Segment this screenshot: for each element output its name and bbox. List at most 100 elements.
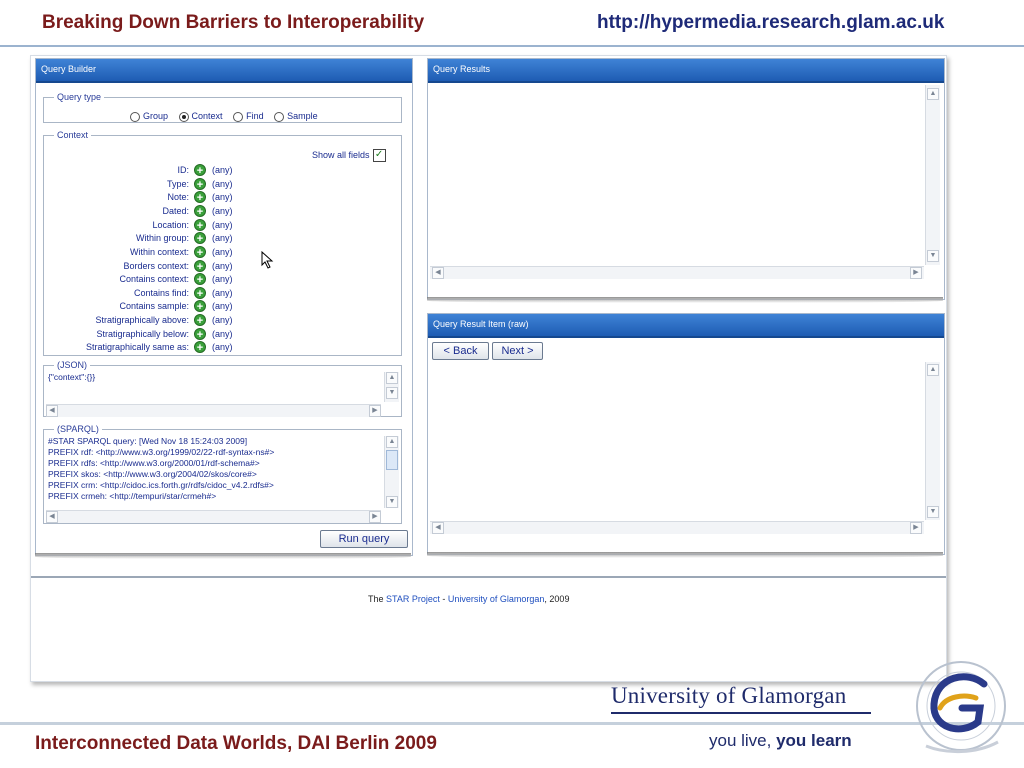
- field-label: Contains context:: [119, 274, 189, 284]
- json-fieldset: (JSON) {"context":{}} ▲ ▼ ◀ ▶: [43, 360, 402, 417]
- add-icon[interactable]: +: [194, 219, 206, 232]
- slide-title: Breaking Down Barriers to Interoperabili…: [42, 12, 425, 33]
- mouse-cursor-icon: [261, 251, 274, 269]
- add-icon[interactable]: +: [194, 328, 206, 341]
- scroll-right-icon[interactable]: ▶: [910, 267, 922, 279]
- add-icon[interactable]: +: [194, 164, 206, 177]
- footer-prefix: The: [368, 594, 387, 604]
- sparql-fieldset: (SPARQL) #STAR SPARQL query: [Wed Nov 18…: [43, 424, 402, 524]
- radio-group[interactable]: [130, 111, 140, 122]
- item-hscroll[interactable]: ◀ ▶: [430, 521, 924, 534]
- back-button[interactable]: < Back: [432, 342, 489, 360]
- field-value: (any): [212, 342, 233, 352]
- radio-context[interactable]: [178, 111, 189, 122]
- field-value: (any): [212, 192, 233, 202]
- scroll-right-icon[interactable]: ▶: [910, 522, 922, 534]
- json-hscroll[interactable]: ◀ ▶: [46, 404, 381, 417]
- radio-label-find: Find: [246, 111, 264, 121]
- add-icon[interactable]: +: [194, 191, 206, 204]
- scroll-left-icon[interactable]: ◀: [46, 511, 58, 523]
- field-label: Type:: [166, 179, 189, 189]
- radio-label-context: Context: [191, 111, 223, 121]
- sparql-hscroll[interactable]: ◀ ▶: [46, 510, 381, 523]
- field-row-contains-sample: Contains sample: + (any): [44, 300, 399, 314]
- field-value: (any): [212, 301, 233, 311]
- sparql-vscroll[interactable]: ▲ ▼: [384, 436, 399, 508]
- json-textarea[interactable]: {"context":{}}: [48, 372, 95, 383]
- show-all-fields-label: Show all fields: [312, 149, 370, 160]
- add-icon[interactable]: +: [194, 341, 206, 354]
- field-row-borders-context: Borders context: + (any): [44, 260, 399, 274]
- scroll-left-icon[interactable]: ◀: [432, 267, 444, 279]
- scroll-down-icon[interactable]: ▼: [386, 496, 398, 508]
- query-builder-header: Query Builder: [36, 59, 412, 83]
- sparql-legend: (SPARQL): [57, 424, 99, 434]
- radio-sample[interactable]: [274, 111, 285, 122]
- field-value: (any): [212, 329, 233, 339]
- footer-band: [0, 722, 1024, 725]
- scroll-down-icon[interactable]: ▼: [386, 387, 398, 399]
- item-vscroll[interactable]: ▲ ▼: [925, 362, 940, 520]
- results-hscroll[interactable]: ◀ ▶: [430, 266, 924, 279]
- scroll-up-icon[interactable]: ▲: [386, 436, 398, 448]
- footer-credit: The STAR Project - University of Glamorg…: [368, 594, 569, 604]
- run-query-button[interactable]: Run query: [320, 530, 408, 548]
- scroll-up-icon[interactable]: ▲: [927, 364, 939, 376]
- university-tagline: you live, you learn: [709, 731, 852, 751]
- add-icon[interactable]: +: [194, 260, 206, 273]
- field-label: Contains find:: [133, 288, 189, 298]
- results-vscroll[interactable]: ▲ ▼: [925, 85, 940, 265]
- add-icon[interactable]: +: [194, 178, 206, 191]
- add-icon[interactable]: +: [194, 287, 206, 300]
- scroll-left-icon[interactable]: ◀: [432, 522, 444, 534]
- scroll-down-icon[interactable]: ▼: [927, 506, 939, 518]
- app-window: Query Builder Query type Group Context F…: [30, 55, 947, 682]
- scroll-thumb[interactable]: [386, 450, 398, 470]
- next-button[interactable]: Next >: [492, 342, 543, 360]
- query-result-item-panel: Query Result Item (raw) < Back Next > ▲ …: [427, 313, 945, 555]
- field-label: Stratigraphically below:: [96, 329, 189, 339]
- field-row-id: ID: + (any): [44, 164, 399, 178]
- header-divider: [0, 45, 1024, 47]
- show-all-fields-checkbox[interactable]: ✓: [372, 149, 386, 162]
- field-row-strat-above: Stratigraphically above: + (any): [44, 314, 399, 328]
- field-row-strat-below: Stratigraphically below: + (any): [44, 328, 399, 342]
- radio-label-sample: Sample: [287, 111, 318, 121]
- add-icon[interactable]: +: [194, 300, 206, 313]
- add-icon[interactable]: +: [194, 314, 206, 327]
- field-value: (any): [212, 274, 233, 284]
- sparql-line: PREFIX skos: <http://www.w3.org/2004/02/…: [48, 469, 257, 479]
- field-label: Within context:: [129, 247, 189, 257]
- field-value: (any): [212, 179, 233, 189]
- footer-divider: [31, 576, 946, 578]
- scroll-left-icon[interactable]: ◀: [46, 405, 58, 417]
- add-icon[interactable]: +: [194, 232, 206, 245]
- star-project-link[interactable]: STAR Project: [386, 594, 440, 604]
- query-type-options: Group Context Find Sample: [122, 111, 318, 122]
- radio-find[interactable]: [233, 111, 244, 122]
- query-builder-panel: Query Builder Query type Group Context F…: [35, 58, 413, 556]
- show-all-fields[interactable]: Show all fields ✓: [312, 149, 386, 162]
- scroll-right-icon[interactable]: ▶: [369, 405, 381, 417]
- sparql-textarea[interactable]: #STAR SPARQL query: [Wed Nov 18 15:24:03…: [48, 436, 378, 508]
- field-label: Dated:: [162, 206, 189, 216]
- sparql-line: #STAR SPARQL query: [Wed Nov 18 15:24:03…: [48, 436, 248, 446]
- field-value: (any): [212, 288, 233, 298]
- add-icon[interactable]: +: [194, 246, 206, 259]
- add-icon[interactable]: +: [194, 205, 206, 218]
- tagline-part1: you live,: [709, 731, 777, 750]
- scroll-up-icon[interactable]: ▲: [927, 88, 939, 100]
- conference-title: Interconnected Data Worlds, DAI Berlin 2…: [35, 733, 437, 754]
- scroll-down-icon[interactable]: ▼: [927, 250, 939, 262]
- field-label: Stratigraphically same as:: [85, 342, 189, 352]
- query-result-item-header: Query Result Item (raw): [428, 314, 944, 338]
- field-label: Stratigraphically above:: [95, 315, 189, 325]
- scroll-right-icon[interactable]: ▶: [369, 511, 381, 523]
- field-label: Note:: [167, 192, 189, 202]
- university-link[interactable]: University of Glamorgan: [448, 594, 545, 604]
- footer-suffix: , 2009: [544, 594, 570, 604]
- add-icon[interactable]: +: [194, 273, 206, 286]
- json-vscroll[interactable]: ▲ ▼: [384, 372, 399, 402]
- field-row-type: Type: + (any): [44, 178, 399, 192]
- scroll-up-icon[interactable]: ▲: [386, 372, 398, 384]
